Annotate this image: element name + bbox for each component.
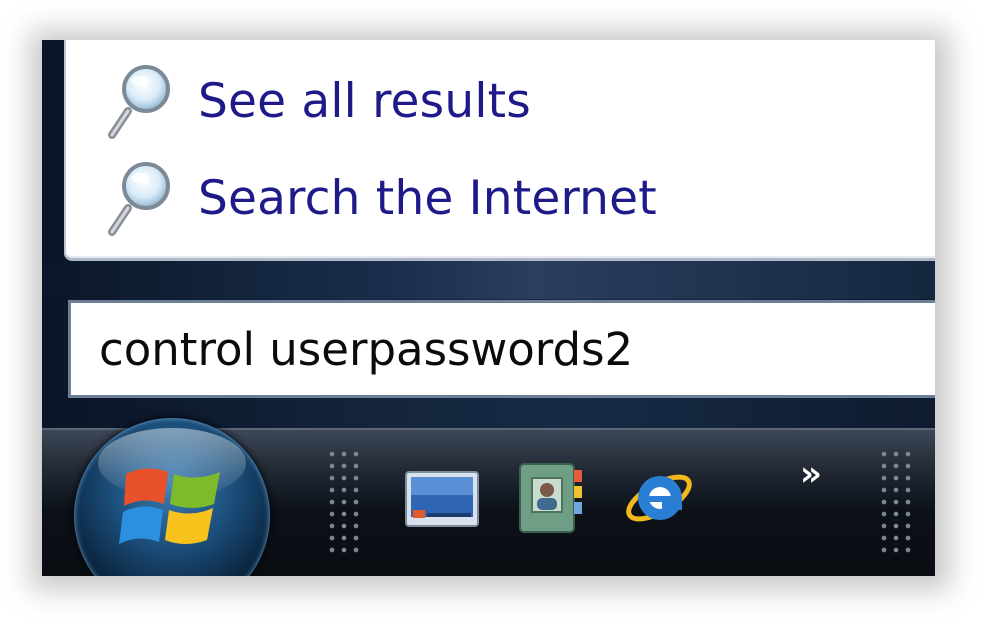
search-the-internet-label: Search the Internet <box>198 170 657 226</box>
see-all-results-label: See all results <box>198 73 531 129</box>
search-the-internet-link[interactable]: Search the Internet <box>106 155 806 241</box>
start-menu-screenshot: See all results Search the Internet cont… <box>42 40 935 576</box>
quick-launch-overflow-button[interactable]: » <box>800 454 842 494</box>
windows-logo-icon <box>119 468 220 544</box>
taskbar-grip[interactable] <box>878 448 914 558</box>
contacts-icon[interactable] <box>516 460 586 536</box>
show-desktop-icon[interactable] <box>404 468 480 532</box>
search-icon <box>108 65 170 139</box>
search-icon <box>108 162 170 236</box>
start-search-input[interactable] <box>99 322 899 376</box>
see-all-results-link[interactable]: See all results <box>106 58 806 144</box>
taskbar-grip[interactable] <box>326 448 362 558</box>
internet-explorer-icon[interactable] <box>622 460 696 534</box>
start-search-box[interactable] <box>68 300 935 398</box>
start-menu-divider <box>42 261 935 299</box>
start-button[interactable] <box>74 418 270 576</box>
taskbar: » <box>42 418 935 576</box>
search-results-panel: See all results Search the Internet <box>64 40 935 261</box>
